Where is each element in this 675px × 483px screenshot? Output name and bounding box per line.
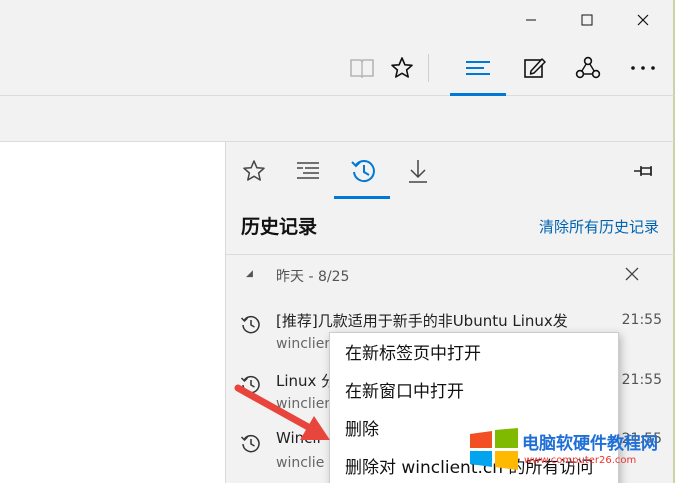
hub-icon (466, 61, 490, 75)
close-group-icon[interactable] (624, 266, 640, 282)
minimize-icon (526, 19, 536, 21)
history-title: 历史记录 (241, 216, 318, 238)
pin-icon (634, 166, 652, 176)
title-bar (0, 0, 675, 40)
favorite-star-icon (391, 57, 413, 78)
tab-favorites[interactable] (226, 142, 282, 200)
share-icon (575, 56, 601, 79)
add-favorite-button[interactable] (379, 40, 425, 96)
web-note-icon (524, 58, 546, 78)
tab-reading-list[interactable] (280, 142, 336, 200)
annotation-arrow (234, 384, 330, 440)
maximize-button[interactable] (563, 0, 611, 40)
maximize-icon (581, 14, 593, 26)
history-item-time: 21:55 (621, 372, 662, 388)
web-note-button[interactable] (511, 40, 557, 96)
close-icon (637, 14, 649, 26)
favorites-icon (243, 160, 265, 181)
windows-logo-icon (470, 428, 518, 470)
collapse-triangle-icon[interactable]: ◢ (246, 269, 253, 279)
pin-pane-button[interactable] (629, 158, 659, 184)
browser-toolbar (0, 40, 675, 96)
history-icon (351, 160, 375, 183)
history-item-title: [推荐]几款适用于新手的非Ubuntu Linux发 (276, 312, 568, 330)
pane-divider (226, 254, 675, 255)
watermark-url: www.computer26.com (524, 455, 637, 466)
menu-item-open-in-new-tab[interactable]: 在新标签页中打开 (330, 335, 620, 373)
tab-history[interactable] (336, 142, 392, 200)
menu-item-open-in-new-window[interactable]: 在新窗口中打开 (330, 373, 620, 411)
favorites-bar (0, 96, 675, 142)
history-group-label[interactable]: 昨天 - 8/25 (276, 266, 349, 286)
history-item-time: 21:55 (621, 312, 662, 328)
watermark: 电脑软硬件教程网 www.computer26.com (468, 426, 668, 476)
more-button[interactable] (620, 40, 666, 96)
more-icon (631, 66, 655, 70)
history-item-icon (240, 315, 260, 334)
watermark-title: 电脑软硬件教程网 (522, 434, 658, 454)
reading-view-icon (350, 59, 374, 79)
history-tab-indicator (334, 196, 390, 199)
reading-list-icon (297, 162, 319, 179)
hub-button[interactable] (455, 40, 501, 96)
downloads-icon (409, 160, 427, 183)
toolbar-separator (428, 54, 429, 82)
share-button[interactable] (565, 40, 611, 96)
close-button[interactable] (619, 0, 667, 40)
minimize-button[interactable] (507, 0, 555, 40)
tab-downloads[interactable] (390, 142, 446, 200)
clear-all-history-link[interactable]: 清除所有历史记录 (539, 216, 659, 237)
